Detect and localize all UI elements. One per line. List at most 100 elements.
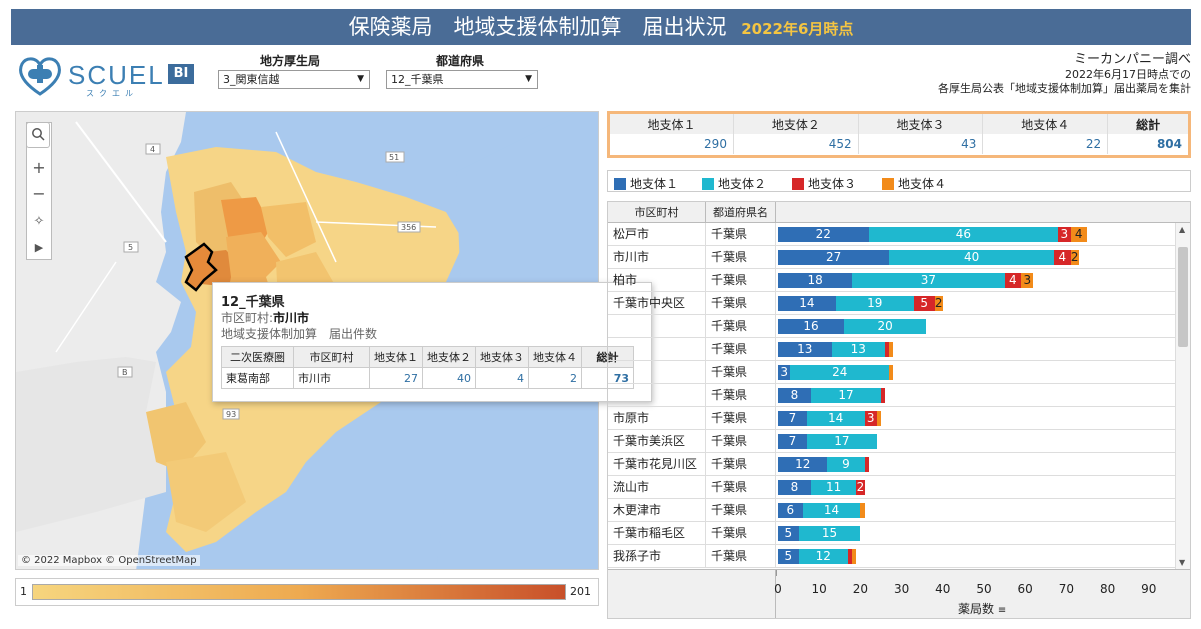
pin-button[interactable]: ✧ (27, 207, 51, 233)
vertical-scrollbar[interactable]: ▲ ▼ (1175, 223, 1190, 569)
bar-segment-s4[interactable] (889, 365, 894, 380)
row-city: 柏市 (608, 269, 706, 292)
table-row[interactable]: 木更津市 千葉県 6 14 (608, 499, 1176, 522)
summary-table: 地支体１ 地支体２ 地支体３ 地支体４ 総計 290 452 43 22 804 (607, 111, 1191, 158)
bar-segment-s1[interactable]: 13 (778, 342, 832, 357)
bar-segment-s2[interactable]: 15 (798, 526, 861, 541)
scroll-down-icon[interactable]: ▼ (1179, 558, 1185, 567)
bar-segment-s4[interactable] (852, 549, 857, 564)
col-header-pref[interactable]: 都道府県名 (706, 202, 776, 223)
bar-segment-s1[interactable]: 6 (778, 503, 803, 518)
table-row[interactable]: 我孫子市 千葉県 5 12 (608, 545, 1176, 568)
bar-segment-s2[interactable]: 13 (831, 342, 886, 357)
row-pref: 千葉県 (706, 499, 776, 522)
bar-segment-s1[interactable]: 18 (778, 273, 853, 288)
bar-segment-s1[interactable]: 22 (778, 227, 869, 242)
bar-segment-s3[interactable] (864, 457, 869, 472)
bar-chart-panel[interactable]: 市区町村 都道府県名 松戸市 千葉県 22 46 3 4 市川市 千葉県 27 40 4 2 柏市 千葉県… (607, 201, 1191, 619)
bar-segment-s1[interactable]: 16 (778, 319, 844, 334)
legend-item-2[interactable]: 地支体２ (702, 175, 766, 192)
table-row[interactable]: 千葉県 13 13 (608, 338, 1176, 361)
bar-segment-s2[interactable]: 17 (806, 434, 877, 449)
bar-segment-s2[interactable]: 19 (835, 296, 914, 311)
bar-segment-s4[interactable] (860, 503, 865, 518)
bar-segment-s1[interactable]: 12 (778, 457, 828, 472)
dashboard-title: 保険薬局 地域支援体制加算 届出状況 (348, 15, 727, 39)
bar-segment-s2[interactable]: 14 (802, 503, 861, 518)
x-tick-label: 50 (976, 582, 992, 596)
table-row[interactable]: 千葉県 16 20 (608, 315, 1176, 338)
bar-segment-s1[interactable]: 5 (778, 549, 799, 564)
bar-segment-s1[interactable]: 8 (778, 480, 811, 495)
scroll-up-icon[interactable]: ▲ (1179, 225, 1185, 234)
bar-segment-s4[interactable]: 2 (934, 296, 943, 311)
tooltip-cell: 東葛南部 (221, 367, 294, 389)
bar-segment-s1[interactable]: 3 (778, 365, 791, 380)
bar-segment-s4[interactable] (876, 411, 881, 426)
bar-segment-s3[interactable]: 4 (1054, 250, 1071, 265)
table-row[interactable]: 千葉市美浜区 千葉県 7 17 (608, 430, 1176, 453)
x-axis-title[interactable]: 薬局数 ≡ (958, 600, 1006, 617)
bar-segment-s2[interactable]: 24 (790, 365, 890, 380)
bar-segment-s4[interactable]: 3 (1021, 273, 1034, 288)
table-row[interactable]: 市原市 千葉県 7 14 3 (608, 407, 1176, 430)
table-row[interactable]: 千葉市花見川区 千葉県 12 9 (608, 453, 1176, 476)
row-pref: 千葉県 (706, 269, 776, 292)
zoom-out-button[interactable]: − (27, 181, 51, 207)
map-search-button[interactable] (26, 122, 50, 148)
zoom-in-button[interactable]: + (27, 155, 51, 181)
legend-min: 1 (20, 585, 27, 598)
summary-header: 地支体３ (858, 114, 984, 134)
bar-segment-s2[interactable]: 11 (810, 480, 857, 495)
bar-segment-s2[interactable]: 9 (827, 457, 865, 472)
bar-segment-s2[interactable]: 12 (798, 549, 849, 564)
bar-segment-s1[interactable]: 8 (778, 388, 811, 403)
bar-segment-s3[interactable]: 5 (913, 296, 935, 311)
road-label: 5 (128, 243, 133, 252)
bar-segment-s2[interactable]: 46 (868, 227, 1059, 242)
table-row[interactable]: 千葉市稲毛区 千葉県 5 15 (608, 522, 1176, 545)
pref-select[interactable]: 12_千葉県 ▼ (386, 70, 538, 89)
tooltip-city-line: 市区町村:市川市 (221, 310, 643, 326)
bar-segment-s3[interactable]: 4 (1004, 273, 1022, 288)
table-row[interactable]: 松戸市 千葉県 22 46 3 4 (608, 223, 1176, 246)
bar-segment-s4[interactable]: 2 (1070, 250, 1079, 265)
bar-segment-s1[interactable]: 14 (778, 296, 836, 311)
table-row[interactable]: 千葉県 8 17 (608, 384, 1176, 407)
x-tick-label: 70 (1058, 582, 1075, 596)
bar-segment-s1[interactable]: 5 (778, 526, 799, 541)
table-row[interactable]: 市川市 千葉県 27 40 4 2 (608, 246, 1176, 269)
bar-segment-s4[interactable] (889, 342, 894, 357)
table-row[interactable]: 千葉市中央区 千葉県 14 19 5 2 (608, 292, 1176, 315)
bar-segment-s3[interactable]: 3 (864, 411, 877, 426)
table-row[interactable]: 柏市 千葉県 18 37 4 3 (608, 269, 1176, 292)
tooltip-cell: 市川市 (293, 367, 370, 389)
bar-segment-s1[interactable]: 7 (778, 434, 807, 449)
bureau-select[interactable]: 3_関東信越 ▼ (218, 70, 370, 89)
bar-segment-s1[interactable]: 27 (778, 250, 890, 265)
bar-segment-s2[interactable]: 20 (843, 319, 927, 334)
x-tick-label: 40 (935, 582, 951, 596)
x-tick-label: 10 (811, 582, 827, 596)
bar-segment-s3[interactable]: 3 (1058, 227, 1071, 242)
col-header-city[interactable]: 市区町村 (608, 202, 706, 223)
bar-segment-s2[interactable]: 40 (889, 250, 1055, 265)
scroll-thumb[interactable] (1178, 247, 1188, 347)
expand-toolbar-button[interactable]: ▶ (27, 233, 51, 259)
tooltip-header: 地支体１ (369, 346, 423, 368)
bar-segment-s2[interactable]: 14 (806, 411, 865, 426)
table-row[interactable]: 流山市 千葉県 8 11 2 (608, 476, 1176, 499)
row-pref: 千葉県 (706, 338, 776, 361)
bar-segment-s1[interactable]: 7 (778, 411, 807, 426)
legend-item-1[interactable]: 地支体１ (614, 175, 678, 192)
bar-segment-s2[interactable]: 17 (810, 388, 881, 403)
bar-segment-s3[interactable]: 2 (856, 480, 865, 495)
legend-item-3[interactable]: 地支体３ (792, 175, 856, 192)
bar-segment-s4[interactable]: 4 (1070, 227, 1087, 242)
bar-segment-s2[interactable]: 37 (852, 273, 1005, 288)
tooltip-cell: 4 (475, 367, 529, 389)
legend-item-4[interactable]: 地支体４ (882, 175, 946, 192)
x-tick-label: 90 (1141, 582, 1157, 596)
bar-segment-s3[interactable] (881, 388, 886, 403)
table-row[interactable]: 千葉県 3 24 (608, 361, 1176, 384)
